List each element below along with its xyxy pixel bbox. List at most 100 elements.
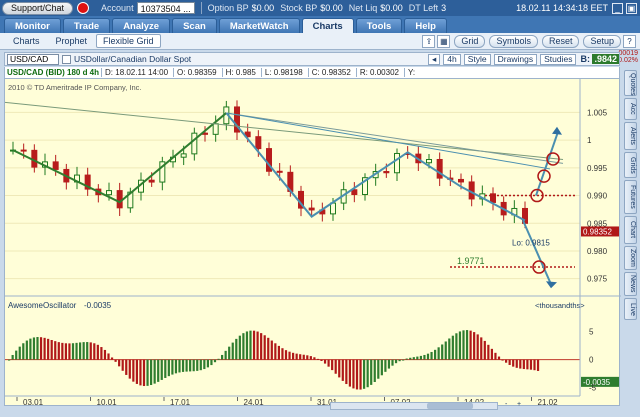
osc-bar	[263, 335, 266, 360]
osc-bar	[490, 348, 493, 360]
tab-help[interactable]: Help	[404, 18, 447, 33]
osc-bar	[189, 359, 192, 372]
help-icon[interactable]: ?	[623, 34, 636, 48]
osc-bar	[437, 347, 440, 360]
prev-icon[interactable]: ◂	[428, 53, 441, 65]
osc-tick-label: 0	[589, 356, 594, 365]
osc-bar	[139, 359, 142, 386]
channel-line	[226, 112, 551, 170]
subtab-flexible-grid[interactable]: Flexible Grid	[96, 34, 161, 48]
side-tab-quotes[interactable]: Quotes	[624, 70, 637, 96]
osc-bar	[419, 355, 422, 360]
info-open: O: 0.98359	[173, 68, 220, 77]
setup-button[interactable]: Setup	[583, 34, 621, 48]
osc-bar	[391, 359, 394, 366]
tab-tools[interactable]: Tools	[355, 18, 403, 33]
side-tab-futures[interactable]: Futures	[624, 180, 637, 214]
info-symbol: USD/CAD (BID) 180 d 4h	[7, 68, 100, 77]
account-select[interactable]: 10373504 ...	[136, 2, 195, 14]
side-tab-chart[interactable]: Chart	[624, 216, 637, 244]
drawings-menu[interactable]: Drawings	[493, 53, 538, 65]
tab-monitor[interactable]: Monitor	[4, 18, 61, 33]
osc-bar	[174, 359, 178, 374]
osc-bar	[416, 356, 419, 360]
stock-bp-value: $0.00	[320, 3, 343, 13]
tab-marketwatch[interactable]: MarketWatch	[218, 18, 300, 33]
osc-bar	[100, 347, 103, 360]
price-tick-label: 1	[587, 136, 592, 145]
osc-tick-label: 5	[589, 328, 594, 337]
side-panel-tabs: Quotes Acc Alerts Grids Futures Chart Zo…	[624, 70, 638, 380]
osc-bar	[213, 359, 217, 363]
reset-button[interactable]: Reset	[541, 34, 580, 48]
osc-bar	[441, 344, 444, 360]
osc-bar	[199, 359, 202, 371]
osc-bar	[515, 359, 518, 368]
projection-line	[535, 131, 559, 196]
osc-bar	[501, 359, 504, 361]
price-chart[interactable]: 2010 © TD Ameritrade IP Company, Inc. Aw…	[5, 79, 621, 407]
osc-bar	[412, 357, 415, 360]
candle-body	[255, 136, 262, 150]
style-menu[interactable]: Style	[463, 53, 491, 65]
tab-charts[interactable]: Charts	[301, 18, 354, 33]
tab-analyze[interactable]: Analyze	[112, 18, 171, 33]
osc-bar	[373, 359, 376, 383]
chart-scrollbar[interactable]	[330, 402, 498, 410]
side-tab-alerts[interactable]: Alerts	[624, 122, 637, 150]
osc-bar	[221, 354, 224, 360]
osc-bar	[366, 359, 369, 388]
osc-bar	[260, 333, 263, 360]
osc-bar	[238, 335, 241, 360]
scroll-thumb[interactable]	[427, 403, 473, 409]
info-low: L: 0.98198	[260, 68, 306, 77]
side-tab-news[interactable]: News	[624, 272, 637, 296]
candle-body	[458, 178, 464, 183]
side-tab-live[interactable]: Live	[624, 298, 637, 320]
osc-bar	[203, 359, 206, 370]
dt-left-label: DT Left	[408, 3, 439, 13]
osc-bar	[39, 337, 43, 360]
symbols-button[interactable]: Symbols	[489, 34, 538, 48]
osc-bar	[526, 359, 529, 370]
osc-bar	[71, 343, 75, 360]
symbol-input[interactable]: USD/CAD	[7, 53, 59, 65]
lock-icon[interactable]: ▣	[626, 2, 637, 14]
subtab-charts[interactable]: Charts	[6, 34, 47, 48]
info-high: H: 0.985	[221, 68, 259, 77]
side-tab-zoom[interactable]: Zoom	[624, 246, 637, 270]
period-select[interactable]: 4h	[443, 53, 461, 65]
osc-bar	[270, 340, 273, 360]
osc-bar	[79, 342, 82, 360]
zoom-in-button[interactable]: +	[517, 401, 521, 411]
osc-bar	[82, 342, 85, 360]
candle-body	[426, 158, 432, 164]
side-tab-acc[interactable]: Acc	[624, 98, 637, 120]
share-icon[interactable]: ⇪	[422, 34, 436, 48]
osc-bar	[249, 330, 252, 360]
dt-left-value: 3	[441, 3, 447, 13]
info-date: D: 18.02.11 14:00	[101, 68, 171, 77]
tab-scan[interactable]: Scan	[172, 18, 217, 33]
side-tab-grids[interactable]: Grids	[624, 152, 637, 178]
grid-icon[interactable]: ▦	[437, 34, 451, 48]
osc-bar	[36, 337, 39, 360]
osc-bar	[231, 342, 234, 360]
minimize-icon[interactable]: _	[612, 2, 623, 14]
osc-bar	[96, 344, 99, 360]
chart-panel[interactable]: 2010 © TD Ameritrade IP Company, Inc. Aw…	[4, 78, 621, 407]
zoom-out-button[interactable]: -	[505, 401, 507, 411]
copyright-text: 2010 © TD Ameritrade IP Company, Inc.	[8, 83, 142, 92]
subtab-prophet[interactable]: Prophet	[49, 34, 95, 48]
osc-bar	[153, 359, 156, 384]
projection-line	[522, 220, 552, 285]
support-chat-button[interactable]: Support/Chat	[2, 1, 74, 15]
candle-body	[148, 179, 155, 183]
tab-trade[interactable]: Trade	[62, 18, 111, 33]
grid-button[interactable]: Grid	[454, 34, 486, 48]
link-checkbox[interactable]	[62, 54, 71, 64]
clock: 18.02.11 14:34:18 EET	[516, 3, 608, 13]
candle-body	[330, 202, 336, 215]
studies-menu[interactable]: Studies	[540, 53, 577, 65]
stop-icon[interactable]	[77, 2, 90, 14]
